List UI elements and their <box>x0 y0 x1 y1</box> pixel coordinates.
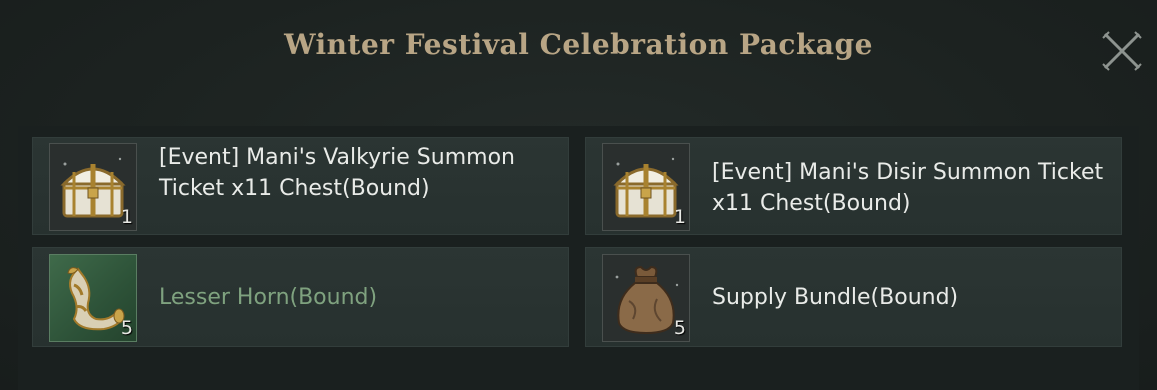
item-name: [Event] Mani's Disir Summon Ticket x11 C… <box>712 160 1104 216</box>
item-quantity: 5 <box>120 317 133 339</box>
package-dialog: Winter Festival Celebration Package 1 [E… <box>0 0 1157 390</box>
item-name: Lesser Horn(Bound) <box>159 285 378 310</box>
item-name: Supply Bundle(Bound) <box>712 285 959 310</box>
close-icon[interactable] <box>1099 28 1145 74</box>
reward-item[interactable]: 1 [Event] Mani's Valkyrie Summon Ticket … <box>32 137 569 235</box>
reward-item[interactable]: 5 Lesser Horn(Bound) <box>32 247 569 347</box>
item-slot[interactable]: 5 <box>49 254 137 342</box>
item-name: [Event] Mani's Valkyrie Summon Ticket x1… <box>159 145 515 201</box>
item-slot[interactable]: 1 <box>49 143 137 231</box>
dialog-title: Winter Festival Celebration Package <box>284 28 873 61</box>
item-quantity: 1 <box>673 206 686 228</box>
item-quantity: 1 <box>120 206 133 228</box>
item-slot[interactable]: 5 <box>602 254 690 342</box>
reward-item[interactable]: 5 Supply Bundle(Bound) <box>585 247 1122 347</box>
item-slot[interactable]: 1 <box>602 143 690 231</box>
reward-item[interactable]: 1 [Event] Mani's Disir Summon Ticket x11… <box>585 137 1122 235</box>
item-quantity: 5 <box>673 317 686 339</box>
